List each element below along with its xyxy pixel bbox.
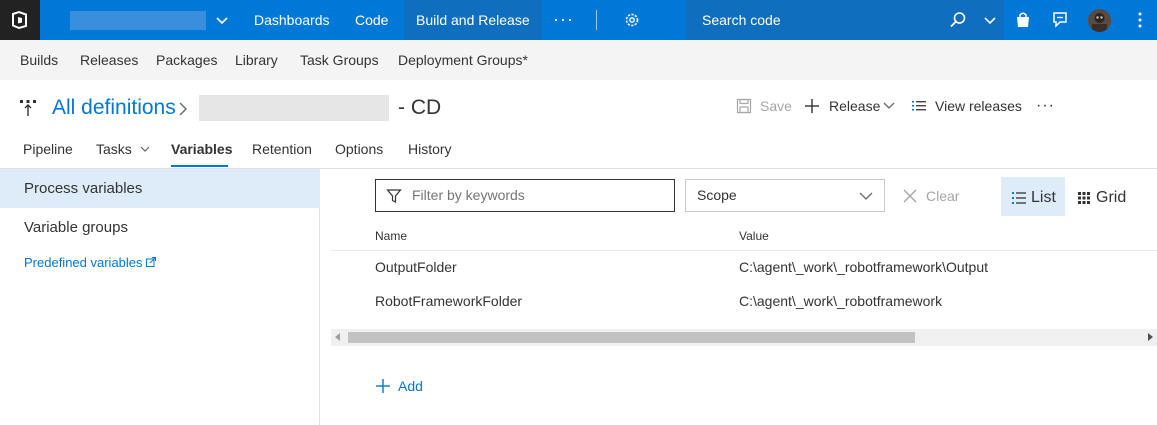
view-releases-button[interactable]: View releases: [911, 95, 1023, 117]
secondary-navigation: Builds Releases Packages Library Task Gr…: [0, 40, 1157, 80]
page-title: - CD: [398, 96, 442, 119]
release-button[interactable]: Release: [804, 95, 898, 117]
release-definition-icon: [20, 100, 36, 116]
variable-name-cell[interactable]: RobotFrameworkFolder: [375, 293, 522, 309]
project-name-redacted[interactable]: [70, 11, 206, 30]
more-actions-button[interactable]: ···: [1036, 95, 1056, 117]
variable-name-cell[interactable]: OutputFolder: [375, 259, 457, 275]
scope-dropdown[interactable]: Scope: [685, 179, 885, 212]
column-header-value: Value: [739, 229, 769, 243]
nav-code[interactable]: Code: [343, 0, 400, 40]
plus-icon: [376, 379, 390, 393]
table-header-divider: [331, 250, 1157, 251]
nav-divider: [596, 10, 597, 30]
add-label: Add: [398, 378, 423, 394]
tab-pipeline[interactable]: Pipeline: [23, 138, 73, 160]
variable-value-cell[interactable]: C:\agent\_work\_robotframework\Output: [739, 259, 988, 275]
chevron-down-icon[interactable]: [980, 10, 1000, 30]
external-link-icon: [146, 257, 157, 267]
nav-build-and-release[interactable]: Build and Release: [404, 0, 542, 40]
chevron-down-icon[interactable]: [212, 10, 232, 30]
more-vertical-icon[interactable]: [1130, 10, 1150, 30]
subnav-builds[interactable]: Builds: [20, 40, 58, 80]
list-icon: [1012, 192, 1026, 204]
tab-tasks[interactable]: Tasks: [96, 138, 151, 160]
view-releases-label: View releases: [935, 98, 1022, 114]
scrollbar-thumb[interactable]: [348, 332, 915, 343]
chevron-right-icon: [179, 102, 187, 116]
vsts-logo-icon[interactable]: [0, 0, 40, 40]
subnav-library[interactable]: Library: [235, 40, 278, 80]
feedback-icon[interactable]: [1050, 10, 1070, 30]
variables-sidebar: Process variables Variable groups Predef…: [0, 169, 320, 425]
chevron-down-icon: [883, 102, 895, 109]
subnav-deployment-groups[interactable]: Deployment Groups*: [398, 40, 528, 80]
variable-value-cell[interactable]: C:\agent\_work\_robotframework: [739, 293, 942, 309]
column-header-name: Name: [375, 229, 408, 243]
tab-options[interactable]: Options: [335, 138, 383, 160]
list-label: List: [1031, 189, 1056, 206]
search-icon[interactable]: [948, 10, 968, 30]
chevron-down-icon: [859, 192, 873, 200]
scroll-left-arrow-icon[interactable]: [335, 333, 340, 341]
close-icon: [903, 189, 917, 203]
save-label: Save: [760, 98, 792, 114]
save-icon: [736, 98, 752, 114]
list-icon: [912, 101, 926, 111]
nav-dashboards[interactable]: Dashboards: [242, 0, 342, 40]
filter-icon: [386, 189, 402, 203]
predefined-variables-link[interactable]: Predefined variables: [24, 255, 157, 270]
horizontal-scrollbar[interactable]: [331, 329, 1157, 346]
definition-name-redacted: [199, 95, 389, 121]
predefined-variables-label: Predefined variables: [24, 255, 143, 270]
save-button[interactable]: Save: [736, 95, 796, 117]
more-hubs-button[interactable]: ···: [549, 0, 578, 40]
breadcrumb-all-definitions[interactable]: All definitions: [52, 96, 176, 120]
subnav-releases[interactable]: Releases: [80, 40, 138, 80]
grid-icon: [1078, 192, 1090, 204]
sidebar-item-variable-groups[interactable]: Variable groups: [0, 208, 320, 247]
tab-tasks-label: Tasks: [96, 141, 132, 157]
clear-label: Clear: [926, 188, 960, 204]
subnav-task-groups[interactable]: Task Groups: [300, 40, 379, 80]
sidebar-item-process-variables[interactable]: Process variables: [0, 169, 320, 208]
active-tab-indicator: [171, 165, 228, 167]
plus-icon: [805, 99, 819, 113]
search-box[interactable]: Search code: [686, 0, 1004, 40]
tab-history[interactable]: History: [408, 138, 452, 160]
scroll-right-arrow-icon[interactable]: [1148, 333, 1153, 341]
tab-retention[interactable]: Retention: [252, 138, 312, 160]
grid-label: Grid: [1096, 189, 1127, 206]
marketplace-bag-icon[interactable]: [1013, 10, 1033, 30]
grid-view-button[interactable]: Grid: [1076, 177, 1140, 216]
top-navigation-bar: Dashboards Code Build and Release ··· Se…: [0, 0, 1157, 40]
scope-value: Scope: [697, 187, 737, 203]
filter-placeholder: Filter by keywords: [412, 187, 525, 203]
list-view-button[interactable]: List: [1001, 177, 1065, 216]
filter-by-keywords-input[interactable]: Filter by keywords: [375, 179, 675, 212]
subnav-packages[interactable]: Packages: [156, 40, 217, 80]
release-label: Release: [829, 98, 881, 114]
gear-icon[interactable]: [622, 10, 642, 30]
tab-variables[interactable]: Variables: [171, 138, 233, 160]
search-input[interactable]: Search code: [702, 0, 781, 40]
user-avatar[interactable]: [1088, 9, 1111, 32]
chevron-down-icon: [140, 146, 150, 152]
